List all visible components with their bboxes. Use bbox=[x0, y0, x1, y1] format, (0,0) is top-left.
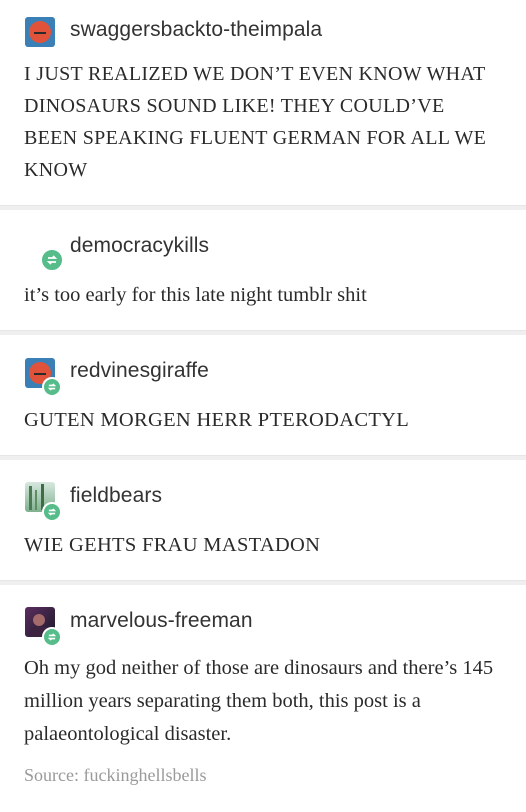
reblog-icon bbox=[42, 377, 62, 397]
post-text: I JUST REALIZED WE DON’T EVEN KNOW WHAT … bbox=[24, 63, 487, 181]
username[interactable]: marvelous-freeman bbox=[70, 609, 253, 633]
username[interactable]: fieldbears bbox=[70, 484, 162, 508]
reblog-icon bbox=[40, 248, 64, 272]
post-text: Oh my god neither of those are dinosaurs… bbox=[24, 657, 494, 745]
username[interactable]: redvinesgiraffe bbox=[70, 359, 209, 383]
post-text: WIE GEHTS FRAU MASTADON bbox=[24, 534, 321, 556]
post-text: GUTEN MORGEN HERR PTERODACTYL bbox=[24, 409, 410, 431]
reblog-icon bbox=[42, 627, 62, 647]
source-link[interactable]: Source: fuckinghellsbells bbox=[24, 765, 206, 786]
post-text: it’s too early for this late night tumbl… bbox=[24, 284, 367, 306]
post-3: redvinesgiraffe GUTEN MORGEN HERR PTEROD… bbox=[0, 335, 526, 455]
username[interactable]: swaggersbackto-theimpala bbox=[70, 18, 322, 42]
post-2: democracykills it’s too early for this l… bbox=[0, 210, 526, 330]
username[interactable]: democracykills bbox=[70, 234, 209, 258]
red-face-avatar-icon bbox=[29, 21, 51, 43]
post-5: marvelous-freeman Oh my god neither of t… bbox=[0, 585, 526, 812]
post-1: swaggersbackto-theimpala I JUST REALIZED… bbox=[0, 0, 526, 205]
reblog-icon bbox=[42, 502, 62, 522]
avatar[interactable] bbox=[25, 17, 55, 47]
post-4: fieldbears WIE GEHTS FRAU MASTADON bbox=[0, 460, 526, 580]
